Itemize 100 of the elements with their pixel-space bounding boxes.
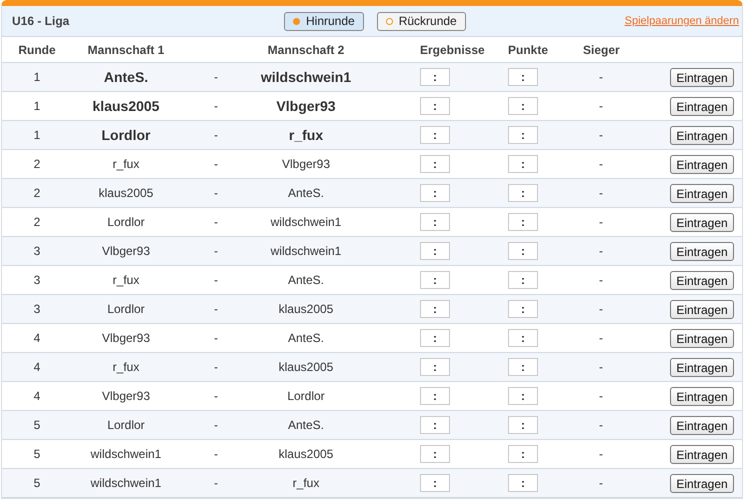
separator: - bbox=[213, 359, 219, 376]
points-field[interactable]: : bbox=[508, 416, 538, 434]
result-field[interactable]: : bbox=[420, 445, 450, 463]
column-header: Punkte bbox=[508, 42, 550, 58]
separator: - bbox=[213, 446, 219, 463]
team-cell-text: Vlbger93 bbox=[100, 330, 152, 347]
separator: - bbox=[213, 475, 219, 492]
separator: - bbox=[213, 156, 219, 173]
winner-cell-text: - bbox=[598, 185, 604, 202]
round-tab[interactable]: Hinrunde bbox=[284, 12, 364, 30]
panel-title: U16 - Liga bbox=[12, 13, 70, 30]
team-cell-text: AnteS. bbox=[286, 185, 326, 202]
points-field[interactable]: : bbox=[508, 329, 538, 347]
winner-cell-text: - bbox=[598, 214, 604, 231]
team-cell-text: r_fux bbox=[112, 156, 140, 173]
winner-cell-text: - bbox=[598, 388, 604, 405]
result-field[interactable]: : bbox=[420, 329, 450, 347]
result-field[interactable]: : bbox=[420, 155, 450, 173]
points-field[interactable]: : bbox=[508, 68, 538, 86]
column-header: Mannschaft 1 bbox=[86, 42, 166, 58]
enter-button[interactable]: Eintragen bbox=[670, 474, 734, 492]
result-field[interactable]: : bbox=[420, 126, 450, 144]
team-cell-text: Lordlor bbox=[106, 417, 146, 434]
round-cell-text: 1 bbox=[32, 98, 42, 115]
result-field[interactable]: : bbox=[420, 97, 450, 115]
points-field[interactable]: : bbox=[508, 474, 538, 492]
points-field[interactable]: : bbox=[508, 271, 538, 289]
winner-cell-text: - bbox=[598, 330, 604, 347]
team-cell-text: AnteS. bbox=[286, 417, 326, 434]
round-cell-text: 3 bbox=[32, 243, 42, 260]
separator: - bbox=[213, 388, 219, 405]
result-field[interactable]: : bbox=[420, 242, 450, 260]
team-cell-text: r_fux bbox=[112, 272, 140, 289]
result-field[interactable]: : bbox=[420, 68, 450, 86]
separator: - bbox=[213, 417, 219, 434]
enter-button[interactable]: Eintragen bbox=[670, 300, 734, 318]
team-cell-text: klaus2005 bbox=[278, 446, 334, 463]
team-cell-text: Lordlor bbox=[100, 126, 152, 144]
points-field[interactable]: : bbox=[508, 126, 538, 144]
winner-cell-text: - bbox=[598, 69, 604, 86]
team-cell-text: klaus2005 bbox=[278, 359, 334, 376]
result-field[interactable]: : bbox=[420, 474, 450, 492]
winner-cell-text: - bbox=[598, 446, 604, 463]
round-cell-text: 3 bbox=[32, 301, 42, 318]
enter-button[interactable]: Eintragen bbox=[670, 212, 734, 232]
round-tab[interactable]: Rückrunde bbox=[376, 12, 466, 30]
enter-button[interactable]: Eintragen bbox=[670, 444, 734, 464]
enter-button[interactable]: Eintragen bbox=[670, 68, 734, 86]
result-field[interactable]: : bbox=[420, 416, 450, 434]
enter-button[interactable]: Eintragen bbox=[670, 96, 734, 116]
winner-cell-text: - bbox=[598, 127, 604, 144]
points-field[interactable]: : bbox=[508, 213, 538, 231]
column-header: Ergebnisse bbox=[420, 42, 486, 58]
enter-button[interactable]: Eintragen bbox=[670, 270, 734, 290]
team-cell-text: r_fux bbox=[288, 126, 324, 144]
separator: - bbox=[213, 272, 219, 289]
team-cell-text: AnteS. bbox=[286, 272, 326, 289]
winner-cell-text: - bbox=[598, 301, 604, 318]
team-cell-text: Vlbger93 bbox=[100, 388, 152, 405]
separator: - bbox=[213, 185, 219, 202]
enter-button[interactable]: Eintragen bbox=[670, 126, 734, 144]
result-field[interactable]: : bbox=[420, 213, 450, 231]
round-cell-text: 1 bbox=[32, 127, 42, 144]
enter-button[interactable]: Eintragen bbox=[670, 328, 734, 348]
enter-button[interactable]: Eintragen bbox=[670, 184, 734, 202]
enter-button[interactable]: Eintragen bbox=[670, 416, 734, 434]
team-cell-text: Vlbger93 bbox=[275, 96, 337, 116]
separator: - bbox=[213, 214, 219, 231]
team-cell-text: klaus2005 bbox=[92, 96, 160, 116]
points-field[interactable]: : bbox=[508, 184, 538, 202]
team-cell-text: klaus2005 bbox=[98, 185, 154, 202]
points-field[interactable]: : bbox=[508, 387, 538, 405]
points-field[interactable]: : bbox=[508, 242, 538, 260]
ring-icon bbox=[386, 18, 393, 24]
round-cell-text: 4 bbox=[32, 388, 42, 405]
column-header: Runde bbox=[17, 42, 57, 58]
round-cell-text: 5 bbox=[32, 446, 42, 463]
team-cell-text: Lordlor bbox=[106, 301, 146, 318]
result-field[interactable]: : bbox=[420, 184, 450, 202]
points-field[interactable]: : bbox=[508, 300, 538, 318]
team-cell-text: Vlbger93 bbox=[100, 243, 152, 260]
points-field[interactable]: : bbox=[508, 358, 538, 376]
enter-button[interactable]: Eintragen bbox=[670, 242, 734, 260]
team-cell-text: r_fux bbox=[292, 475, 320, 492]
result-field[interactable]: : bbox=[420, 300, 450, 318]
points-field[interactable]: : bbox=[508, 445, 538, 463]
result-field[interactable]: : bbox=[420, 358, 450, 376]
points-field[interactable]: : bbox=[508, 97, 538, 115]
team-cell-text: wildschwein1 bbox=[270, 214, 342, 231]
winner-cell-text: - bbox=[598, 98, 604, 115]
result-field[interactable]: : bbox=[420, 387, 450, 405]
enter-button[interactable]: Eintragen bbox=[670, 386, 734, 406]
round-cell-text: 4 bbox=[32, 359, 42, 376]
enter-button[interactable]: Eintragen bbox=[670, 154, 734, 174]
enter-button[interactable]: Eintragen bbox=[670, 358, 734, 376]
points-field[interactable]: : bbox=[508, 155, 538, 173]
round-cell-text: 5 bbox=[32, 417, 42, 434]
separator: - bbox=[213, 98, 219, 115]
winner-cell-text: - bbox=[598, 272, 604, 289]
result-field[interactable]: : bbox=[420, 271, 450, 289]
